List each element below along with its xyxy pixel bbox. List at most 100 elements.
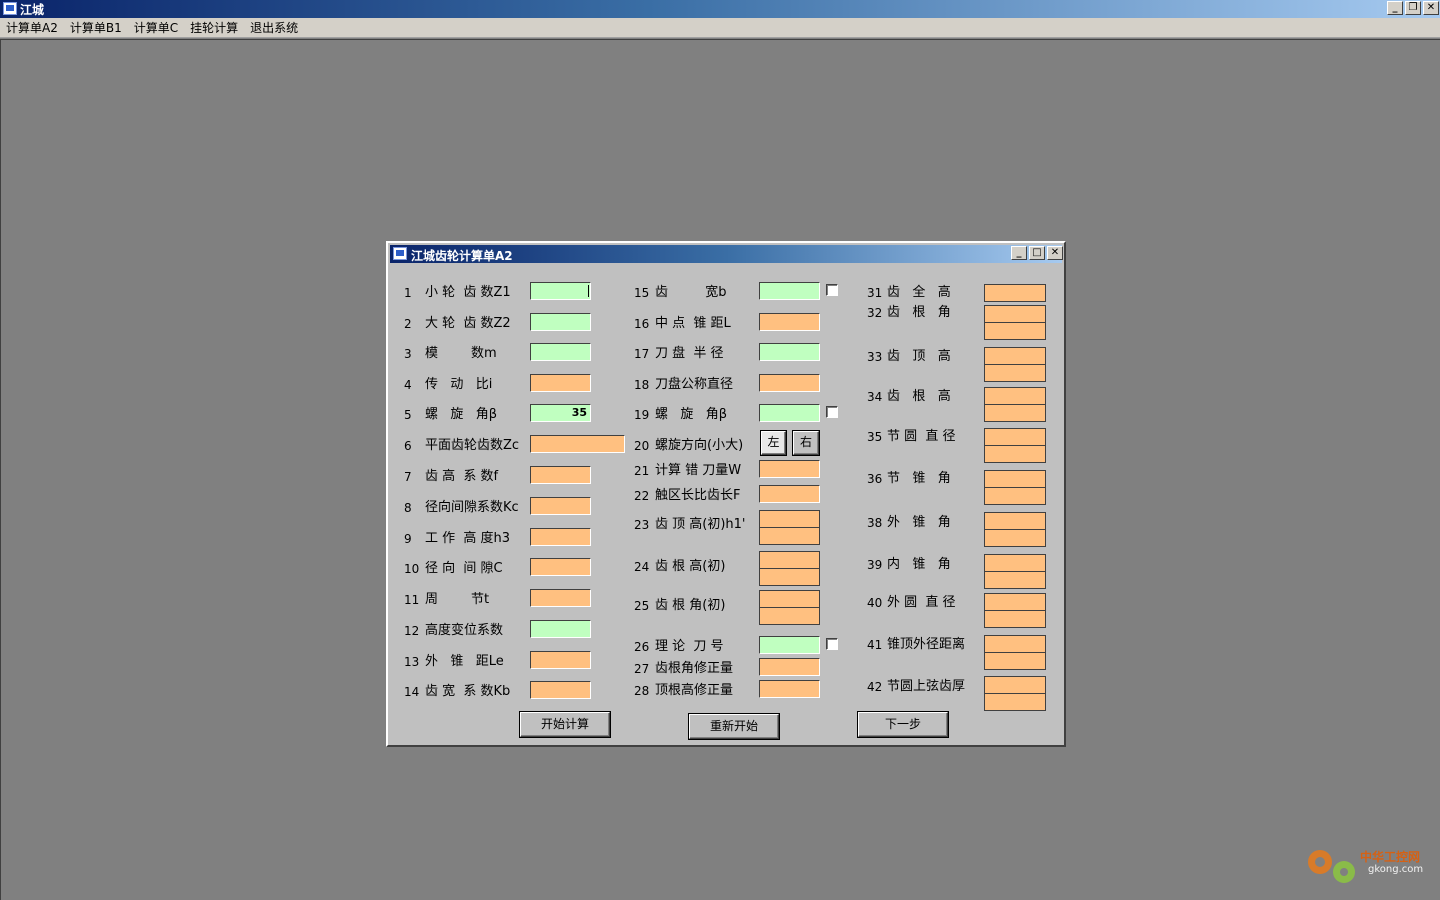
- row-number: 16: [634, 317, 650, 331]
- input-field[interactable]: [530, 558, 591, 576]
- input-field[interactable]: [530, 651, 591, 669]
- input-field[interactable]: [530, 435, 625, 453]
- close-icon[interactable]: ✕: [1047, 246, 1063, 260]
- input-field[interactable]: [759, 460, 820, 478]
- dialog-window-controls: _ □ ✕: [1011, 246, 1063, 260]
- input-field[interactable]: [530, 343, 591, 361]
- restart-button[interactable]: 重新开始: [689, 714, 779, 739]
- input-field[interactable]: [759, 374, 820, 392]
- result-label: 节 锥 角: [887, 471, 951, 486]
- menu-item-exit[interactable]: 退出系统: [250, 19, 298, 36]
- input-field[interactable]: [759, 636, 820, 654]
- field-label: 周 节t: [425, 592, 490, 607]
- result-field: [984, 512, 1046, 530]
- input-field[interactable]: [530, 528, 591, 546]
- input-field[interactable]: [759, 343, 820, 361]
- row-number: 25: [634, 599, 650, 613]
- checkbox[interactable]: [826, 284, 838, 296]
- next-step-button[interactable]: 下一步: [858, 712, 948, 737]
- input-field[interactable]: [530, 313, 591, 331]
- input-field[interactable]: [759, 282, 820, 300]
- field-label: 小 轮 齿 数Z1: [425, 285, 511, 300]
- row-number: 22: [634, 489, 650, 503]
- input-field[interactable]: [530, 620, 591, 638]
- checkbox[interactable]: [826, 638, 838, 650]
- row-number: 35: [867, 430, 883, 444]
- input-field[interactable]: [759, 404, 820, 422]
- row-number: 12: [404, 624, 420, 638]
- watermark-url: gkong.com: [1368, 864, 1424, 875]
- result-field: [984, 676, 1046, 694]
- field-label: 模 数m: [425, 346, 497, 361]
- field-label: 径 向 间 隙C: [425, 561, 503, 576]
- input-field[interactable]: [530, 466, 591, 484]
- menu-item-gear-train[interactable]: 挂轮计算: [190, 19, 238, 36]
- field-label: 高度变位系数: [425, 623, 504, 638]
- gear-icon: [1308, 850, 1355, 883]
- menu-item-b1[interactable]: 计算单B1: [70, 19, 122, 36]
- result-label: 节圆上弦齿厚: [887, 679, 966, 694]
- output-field: [759, 568, 820, 586]
- result-field: [984, 284, 1046, 302]
- watermark-logo: 中华工控网 gkong.com: [1300, 840, 1430, 890]
- result-field: [984, 593, 1046, 611]
- row-number: 17: [634, 347, 650, 361]
- row-number: 34: [867, 390, 883, 404]
- result-field: [984, 470, 1046, 488]
- row-number: 9: [404, 532, 412, 546]
- row-number: 19: [634, 408, 650, 422]
- field-label: 计算 错 刀量W: [655, 463, 742, 478]
- field-label: 刀 盘 半 径: [655, 346, 724, 361]
- input-field[interactable]: [759, 313, 820, 331]
- result-field: [984, 571, 1046, 589]
- row-number: 8: [404, 501, 412, 515]
- input-field[interactable]: [759, 680, 820, 698]
- menu-item-a2[interactable]: 计算单A2: [6, 19, 58, 36]
- direction-left-button[interactable]: 左: [761, 431, 786, 455]
- input-field[interactable]: [530, 589, 591, 607]
- result-label: 节 圆 直 径: [887, 429, 956, 444]
- input-field[interactable]: [530, 681, 591, 699]
- row-number: 27: [634, 662, 650, 676]
- minimize-icon[interactable]: _: [1011, 246, 1027, 260]
- restore-icon[interactable]: ❐: [1405, 1, 1421, 15]
- output-field: [759, 527, 820, 545]
- row-number: 5: [404, 408, 412, 422]
- row-number: 10: [404, 562, 420, 576]
- input-field[interactable]: [759, 658, 820, 676]
- field-label: 齿 根 角(初): [655, 598, 726, 613]
- input-field[interactable]: [530, 282, 591, 300]
- result-label: 齿 顶 高: [887, 349, 951, 364]
- row-number: 32: [867, 306, 883, 320]
- field-label: 齿 宽 系 数Kb: [425, 684, 511, 699]
- start-calc-button[interactable]: 开始计算: [520, 712, 610, 737]
- window-controls: _ ❐ ✕: [1387, 1, 1439, 15]
- input-field[interactable]: [759, 485, 820, 503]
- result-label: 齿 根 角: [887, 305, 951, 320]
- input-field[interactable]: 35: [530, 404, 591, 422]
- field-label: 中 点 锥 距L: [655, 316, 731, 331]
- result-label: 外 锥 角: [887, 515, 951, 530]
- field-label: 刀盘公称直径: [655, 377, 734, 392]
- result-field: [984, 529, 1046, 547]
- input-field[interactable]: [530, 374, 591, 392]
- maximize-icon[interactable]: □: [1029, 246, 1045, 260]
- result-field: [984, 693, 1046, 711]
- menu-item-c[interactable]: 计算单C: [134, 19, 178, 36]
- row-number: 13: [404, 655, 420, 669]
- row-number: 3: [404, 347, 412, 361]
- menubar: 计算单A2 计算单B1 计算单C 挂轮计算 退出系统: [0, 18, 1440, 38]
- field-label: 大 轮 齿 数Z2: [425, 316, 511, 331]
- checkbox[interactable]: [826, 406, 838, 418]
- app-title: 江城: [20, 3, 45, 17]
- input-field[interactable]: [530, 497, 591, 515]
- row-number: 39: [867, 558, 883, 572]
- result-field: [984, 387, 1046, 405]
- close-icon[interactable]: ✕: [1423, 1, 1439, 15]
- row-number: 41: [867, 638, 883, 652]
- field-label: 平面齿轮齿数Zc: [425, 438, 520, 453]
- minimize-icon[interactable]: _: [1387, 1, 1403, 15]
- field-label: 径向间隙系数Kc: [425, 500, 519, 515]
- field-label: 传 动 比i: [425, 377, 493, 392]
- direction-right-button[interactable]: 右: [793, 431, 819, 455]
